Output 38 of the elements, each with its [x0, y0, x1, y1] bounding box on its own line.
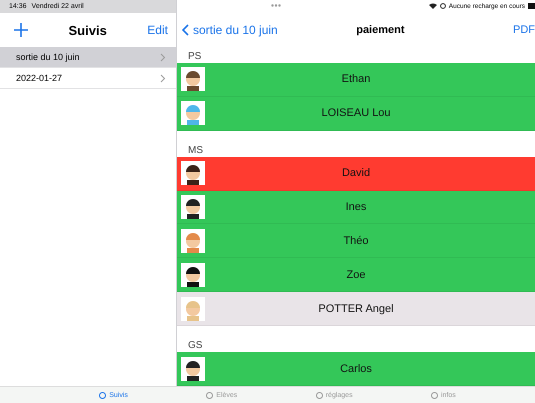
student-name: Théo: [342, 234, 370, 247]
chevron-icon: [160, 52, 166, 62]
sidebar-item[interactable]: 2022-01-27: [0, 68, 176, 89]
student-row[interactable]: Ethan: [177, 62, 535, 97]
student-name: POTTER Angel: [317, 302, 395, 315]
student-name: Ines: [344, 200, 368, 213]
student-row[interactable]: Ines: [177, 190, 535, 224]
circle-icon: [316, 392, 323, 398]
circle-icon: [430, 392, 438, 398]
back-button[interactable]: sortie du 10 juin: [182, 22, 278, 37]
student-row[interactable]: Carlos: [177, 352, 535, 386]
student-name: Ethan: [340, 73, 372, 86]
pdf-button[interactable]: PDF: [513, 24, 535, 36]
section-header: PS: [187, 50, 202, 63]
student-row[interactable]: LOISEAU Lou: [177, 96, 535, 131]
sidebar-title: Suivis: [68, 22, 107, 38]
student-name: David: [340, 167, 372, 180]
chevron-icon: [160, 74, 166, 82]
add-icon[interactable]: [14, 23, 28, 37]
section-header: MS: [187, 144, 204, 157]
page-title: paiement: [356, 24, 405, 36]
student-name: Zoe: [346, 268, 366, 281]
student-row[interactable]: POTTER Angel: [177, 292, 535, 326]
orientation-lock-icon: [440, 3, 446, 10]
edit-button[interactable]: Edit: [147, 23, 168, 37]
student-row[interactable]: Théo: [177, 224, 535, 258]
student-name: Carlos: [339, 362, 373, 375]
student-row[interactable]: David: [177, 156, 535, 191]
circle-icon: [99, 392, 106, 398]
sidebar-item[interactable]: sortie du 10 juin: [0, 47, 176, 68]
section-header: GS: [187, 339, 204, 352]
student-row[interactable]: Zoe: [177, 258, 535, 292]
student-name: LOISEAU Lou: [320, 107, 392, 120]
battery-icon: [528, 3, 535, 10]
circle-icon: [206, 392, 214, 398]
wifi-icon: [428, 3, 437, 10]
multitask-icon[interactable]: [271, 4, 281, 7]
back-chevron-icon: [182, 24, 189, 36]
